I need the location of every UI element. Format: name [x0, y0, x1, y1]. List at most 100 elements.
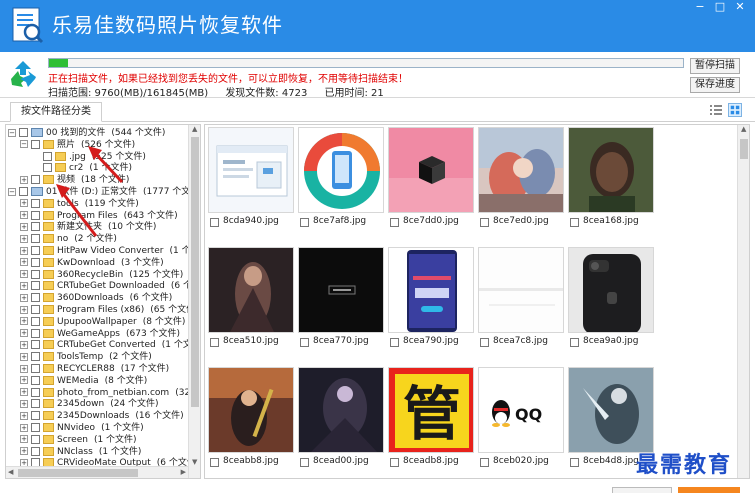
tree-expander[interactable]: + [20, 329, 28, 338]
tree-expander[interactable]: + [20, 340, 28, 349]
tree-node-checkbox[interactable] [31, 375, 40, 385]
save-progress-button[interactable]: 保存进度 [690, 77, 740, 93]
grid-scroll-thumb[interactable] [740, 139, 748, 159]
list-view-icon[interactable] [709, 103, 723, 117]
tree-expander[interactable]: + [20, 258, 28, 267]
thumbnail-checkbox[interactable] [300, 458, 309, 467]
tree-node-checkbox[interactable] [31, 234, 40, 244]
pause-scan-button[interactable]: 暂停扫描 [690, 58, 740, 74]
tree-node[interactable]: − 照片 (526 个文件) [20, 139, 135, 151]
tree-node[interactable]: + NNclass (1 个文件) [20, 446, 141, 458]
tree-expander[interactable]: − [8, 187, 16, 196]
tree-node-checkbox[interactable] [31, 210, 40, 220]
tab-by-path[interactable]: 按文件路径分类 [10, 102, 102, 122]
tree-node-checkbox[interactable] [31, 139, 40, 149]
tree-node[interactable]: + UpupooWallpaper (8 个文件) [20, 316, 185, 328]
tree-node[interactable]: + 视频 (18 个文件) [20, 174, 129, 186]
thumbnail-image[interactable] [388, 127, 474, 213]
tree-node[interactable]: +2345Downloads (16 个文件) [20, 410, 184, 422]
tree-node[interactable]: + 新建文件夹 (10 个文件) [20, 221, 156, 233]
thumbnail-image[interactable]: QQ [478, 367, 564, 453]
thumbnail-image[interactable] [568, 127, 654, 213]
tree-node-checkbox[interactable] [31, 446, 40, 456]
thumbnail-image[interactable] [568, 367, 654, 453]
thumbnail-image[interactable] [208, 247, 294, 333]
tree-node-checkbox[interactable] [31, 281, 40, 291]
tree-node-checkbox[interactable] [31, 434, 40, 444]
tree-node[interactable]: +360Downloads (6 个文件) [20, 292, 172, 304]
tree-node[interactable]: + Screen (1 个文件) [20, 434, 137, 446]
thumbnail-image[interactable]: 管 [388, 367, 474, 453]
tree-expander[interactable]: + [20, 246, 28, 255]
tree-node-checkbox[interactable] [31, 246, 40, 255]
tree-hscroll-thumb[interactable] [18, 469, 138, 477]
tree-node[interactable]: .jpg (525 个文件) [32, 151, 146, 163]
tree-expander[interactable]: + [20, 211, 28, 220]
thumbnail-image[interactable] [568, 247, 654, 333]
thumbnail-checkbox[interactable] [390, 218, 399, 227]
tree-node[interactable]: + WEMedia (8 个文件) [20, 375, 147, 387]
tree-node-checkbox[interactable] [43, 151, 52, 161]
tree-node[interactable]: +2345down (24 个文件) [20, 398, 159, 410]
tree-expander[interactable]: + [20, 281, 28, 290]
tree-node-checkbox[interactable] [43, 163, 52, 173]
tree-expander[interactable]: + [20, 305, 28, 314]
thumbnail-item[interactable]: 8cea7c8.jpg [478, 247, 564, 354]
tree-node[interactable]: +360RecycleBin (125 个文件) [20, 269, 183, 281]
tree-node[interactable]: + NNvideo (1 个文件) [20, 422, 144, 434]
thumbnail-checkbox[interactable] [480, 338, 489, 347]
thumbnail-item[interactable]: QQ 8ceb020.jpg [478, 367, 564, 474]
tree-node[interactable]: + KwDownload (3 个文件) [20, 257, 164, 269]
maximize-button[interactable]: □ [710, 0, 730, 14]
thumbnail-image[interactable] [478, 127, 564, 213]
tree-node-checkbox[interactable] [31, 305, 40, 314]
thumbnail-checkbox[interactable] [480, 458, 489, 467]
thumbnail-checkbox[interactable] [390, 458, 399, 467]
thumbnail-image[interactable] [298, 247, 384, 333]
tree-expander[interactable]: + [20, 411, 28, 420]
thumbnail-image[interactable] [478, 247, 564, 333]
tree-expander[interactable]: + [20, 435, 28, 444]
tree-node-checkbox[interactable] [31, 411, 40, 421]
tree-expander[interactable]: + [20, 293, 28, 302]
thumbnail-item[interactable]: 8cea770.jpg [298, 247, 384, 354]
tree-expander[interactable]: + [20, 364, 28, 373]
tree-node-checkbox[interactable] [31, 399, 40, 409]
tree-node[interactable]: + RECYCLER88 (17 个文件) [20, 363, 169, 375]
thumbnail-checkbox[interactable] [300, 338, 309, 347]
tree-node-checkbox[interactable] [31, 387, 40, 397]
thumbnail-image[interactable] [298, 127, 384, 213]
bottom-recover-button[interactable] [678, 487, 740, 493]
thumbnail-item[interactable]: 管 8ceadb8.jpg [388, 367, 474, 474]
tree-horizontal-scrollbar[interactable]: ◀ ▶ [6, 466, 188, 478]
tree-node-checkbox[interactable] [19, 187, 28, 196]
tree-node-checkbox[interactable] [31, 328, 40, 338]
tree-vertical-scrollbar[interactable]: ▲ ▼ [188, 125, 200, 478]
close-button[interactable]: ✕ [730, 0, 750, 14]
tree-node-checkbox[interactable] [31, 423, 40, 432]
thumbnail-item[interactable]: 8ce7ed0.jpg [478, 127, 564, 234]
tree-expander[interactable]: + [20, 352, 28, 361]
thumbnail-checkbox[interactable] [570, 338, 579, 347]
thumbnail-checkbox[interactable] [210, 338, 219, 347]
tree-expander[interactable]: + [20, 270, 28, 279]
thumbnail-checkbox[interactable] [300, 218, 309, 227]
tree-node[interactable]: +CRTubeGet Downloaded(6 个文件) [20, 280, 200, 292]
thumbnail-checkbox[interactable] [210, 458, 219, 467]
tree-node[interactable]: + ToolsTemp (2 个文件) [20, 351, 152, 363]
tree-expander[interactable]: + [20, 376, 28, 385]
thumbnail-checkbox[interactable] [390, 338, 399, 347]
grid-vertical-scrollbar[interactable]: ▲ [737, 125, 749, 478]
thumbnail-item[interactable]: 8cea9a0.jpg [568, 247, 654, 354]
tree-expander[interactable]: + [20, 199, 28, 208]
tree-expander[interactable]: − [8, 128, 16, 137]
thumbnail-image[interactable] [388, 247, 474, 333]
tree-node[interactable]: + CRTubeGet Converted (1 个文件) [20, 339, 200, 351]
tree-node[interactable]: cr2 (1 个文件) [32, 162, 132, 174]
tree-node-checkbox[interactable] [31, 257, 40, 267]
thumbnail-item[interactable]: 8ceabb8.jpg [208, 367, 294, 474]
tree-node[interactable]: + tools (119 个文件) [20, 198, 139, 210]
thumbnail-checkbox[interactable] [210, 218, 219, 227]
thumbnail-item[interactable]: 8cea790.jpg [388, 247, 474, 354]
tree-node-checkbox[interactable] [31, 269, 40, 279]
